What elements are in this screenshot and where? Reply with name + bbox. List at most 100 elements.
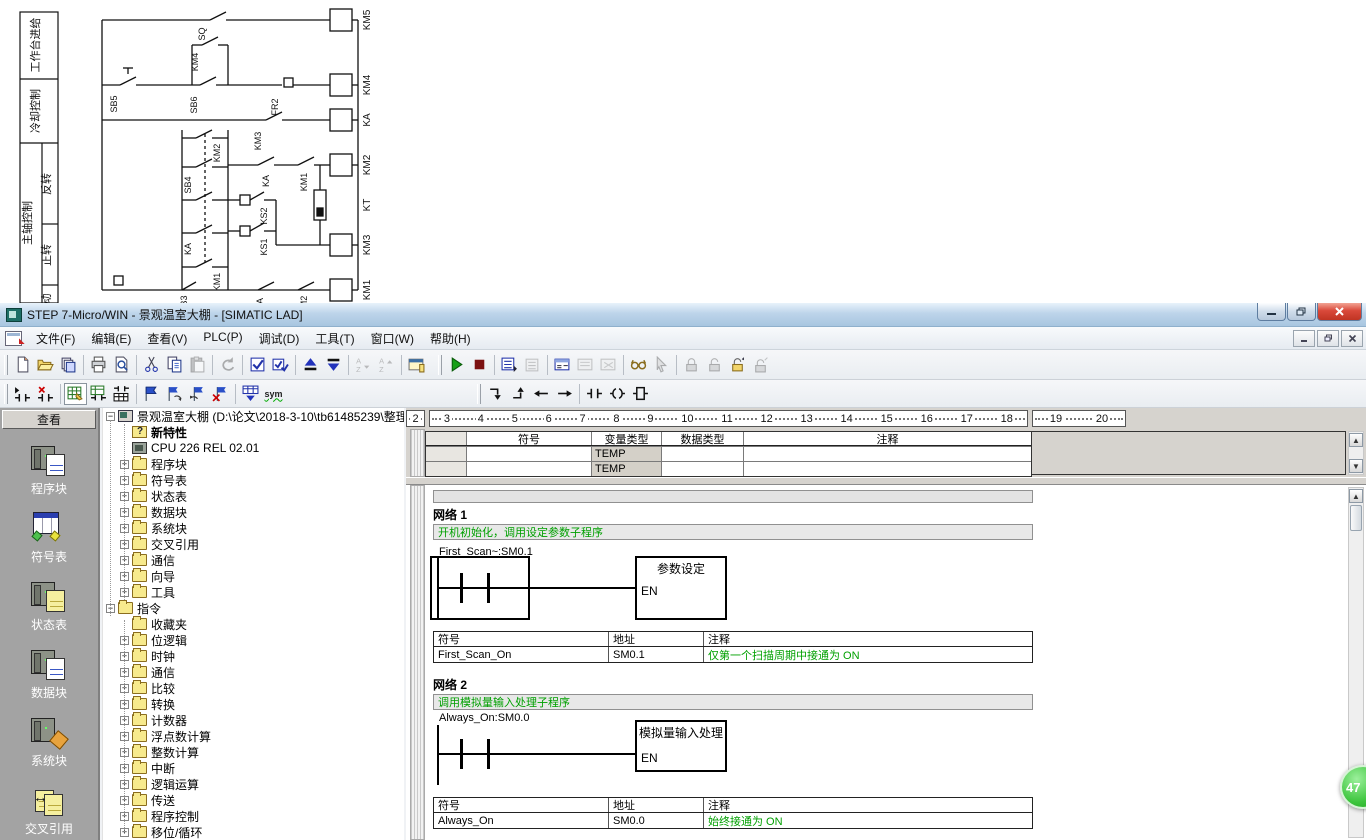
menu-item[interactable]: 帮助(H) (422, 327, 479, 350)
options-icon[interactable] (405, 354, 428, 376)
variable-table-scrollbar[interactable]: ▲ ▼ (1348, 431, 1364, 475)
scroll-down-icon[interactable]: ▼ (1349, 459, 1363, 473)
stop-chart-icon[interactable] (597, 354, 620, 376)
single-read-icon[interactable] (574, 354, 597, 376)
run-icon[interactable] (445, 354, 468, 376)
insert-coil-icon[interactable] (606, 383, 629, 405)
print-icon[interactable] (87, 354, 110, 376)
mdi-close-button[interactable] (1341, 330, 1363, 347)
view-bar-header[interactable]: 查看 (2, 410, 96, 429)
next-bookmark-icon[interactable] (163, 383, 186, 405)
viewbar-item-system-block[interactable]: 系统块 (0, 716, 98, 769)
symbolic-addressing-icon[interactable]: sym (262, 383, 285, 405)
prev-bookmark-icon[interactable] (186, 383, 209, 405)
document-icon[interactable] (5, 330, 22, 346)
viewbar-item-cross-reference[interactable]: ↔ 交叉引用 (0, 784, 98, 837)
menu-item[interactable]: 工具(T) (307, 327, 362, 350)
paste-icon[interactable] (186, 354, 209, 376)
menu-item[interactable]: 文件(F) (28, 327, 83, 350)
tree-item-instruction[interactable]: 位逻辑 (103, 632, 404, 648)
tree-item-cpu[interactable]: CPU 226 REL 02.01 (103, 440, 404, 456)
tree-item-instruction[interactable]: 中断 (103, 760, 404, 776)
insert-box-icon[interactable] (629, 383, 652, 405)
tree-item-instruction[interactable]: 时钟 (103, 648, 404, 664)
compile-icon[interactable] (246, 354, 269, 376)
stop-icon[interactable] (468, 354, 491, 376)
tree-item-wizard[interactable]: 向导 (103, 568, 404, 584)
tree-item-instruction[interactable]: 计数器 (103, 712, 404, 728)
program-title-bar[interactable] (433, 490, 1033, 503)
pane-splitter[interactable] (406, 477, 1366, 485)
cut-icon[interactable] (140, 354, 163, 376)
viewbar-item-data-block[interactable]: 数据块 (0, 648, 98, 701)
bookmark-glasses-icon[interactable] (627, 354, 650, 376)
tree-item-instruction[interactable]: 移位/循环 (103, 824, 404, 840)
network-title[interactable]: 网络 1 (433, 506, 467, 523)
next-network-icon[interactable] (11, 383, 34, 405)
menu-item[interactable]: 查看(V) (139, 327, 195, 350)
select-pointer-icon[interactable] (650, 354, 673, 376)
tree-item-symbol-table[interactable]: 符号表 (103, 472, 404, 488)
network-comment[interactable]: 调用模拟量输入处理子程序 (433, 694, 1033, 710)
tree-item-instruction[interactable]: 转换 (103, 696, 404, 712)
program-status-icon[interactable] (498, 354, 521, 376)
tree-item-system-block[interactable]: 系统块 (103, 520, 404, 536)
menu-item[interactable]: PLC(P) (195, 327, 250, 350)
tree-item-data-block[interactable]: 数据块 (103, 504, 404, 520)
tree-item-instruction[interactable]: 比较 (103, 680, 404, 696)
variable-table-row[interactable]: TEMP (426, 446, 1031, 461)
download-icon[interactable] (322, 354, 345, 376)
tree-item-tools[interactable]: 工具 (103, 584, 404, 600)
mdi-minimize-button[interactable] (1293, 330, 1315, 347)
apply-symbol-table-icon[interactable] (239, 383, 262, 405)
subroutine-box[interactable]: 参数设定 EN (635, 556, 727, 620)
sort-descending-icon[interactable]: AZ (375, 354, 398, 376)
toggle-bookmark-icon[interactable] (140, 383, 163, 405)
pause-status-icon[interactable] (521, 354, 544, 376)
tree-item-instruction[interactable]: 浮点数计算 (103, 728, 404, 744)
new-file-icon[interactable] (11, 354, 34, 376)
undo-icon[interactable] (216, 354, 239, 376)
insert-contact-icon[interactable] (583, 383, 606, 405)
save-all-icon[interactable] (57, 354, 80, 376)
view-symbol-info-icon[interactable] (87, 383, 110, 405)
menu-item[interactable]: 编辑(E) (83, 327, 139, 350)
toolbar-grip[interactable] (4, 383, 8, 404)
open-file-icon[interactable] (34, 354, 57, 376)
variable-table[interactable]: 符号 变量类型 数据类型 注释 TEMP TEMP (425, 431, 1032, 477)
tree-item-favorites[interactable]: 收藏夹 (103, 616, 404, 632)
tree-item-instruction[interactable]: 逻辑运算 (103, 776, 404, 792)
unlock-icon[interactable] (703, 354, 726, 376)
toolbar-grip[interactable] (4, 354, 8, 375)
menu-item[interactable]: 调试(D) (251, 327, 308, 350)
menu-item[interactable]: 窗口(W) (363, 327, 422, 350)
tree-item-program-block[interactable]: 程序块 (103, 456, 404, 472)
upload-icon[interactable] (299, 354, 322, 376)
network-comment[interactable]: 开机初始化，调用设定参数子程序 (433, 524, 1033, 540)
line-down-icon[interactable] (484, 383, 507, 405)
mdi-restore-button[interactable] (1317, 330, 1339, 347)
sort-ascending-icon[interactable]: AZ (352, 354, 375, 376)
toolbar-grip[interactable] (477, 383, 481, 404)
network-title[interactable]: 网络 2 (433, 676, 467, 693)
tree-item-cross-reference[interactable]: 交叉引用 (103, 536, 404, 552)
tree-item-instruction[interactable]: 传送 (103, 792, 404, 808)
view-poc-grid-icon[interactable] (110, 383, 133, 405)
tree-item-project-root[interactable]: 景观温室大棚 (D:\论文\2018-3-10\tb61485239\整理 (103, 408, 404, 424)
scrollbar-thumb[interactable] (1350, 505, 1362, 531)
viewbar-item-program-block[interactable]: 程序块 (0, 444, 98, 497)
variable-table-row[interactable]: TEMP (426, 461, 1031, 476)
tree-item-instruction[interactable]: 程序控制 (103, 808, 404, 824)
password-lock-icon[interactable] (726, 354, 749, 376)
scroll-up-icon[interactable]: ▲ (1349, 489, 1363, 503)
minimize-button[interactable] (1257, 303, 1286, 321)
toolbar-grip[interactable] (438, 354, 442, 375)
scroll-up-icon[interactable]: ▲ (1349, 433, 1363, 447)
viewbar-item-status-table[interactable]: 状态表 (0, 580, 98, 633)
view-symbolic-icon[interactable] (64, 382, 87, 405)
line-left-icon[interactable] (530, 383, 553, 405)
chart-status-icon[interactable] (551, 354, 574, 376)
remove-lock-icon[interactable] (749, 354, 772, 376)
line-up-icon[interactable] (507, 383, 530, 405)
copy-icon[interactable] (163, 354, 186, 376)
